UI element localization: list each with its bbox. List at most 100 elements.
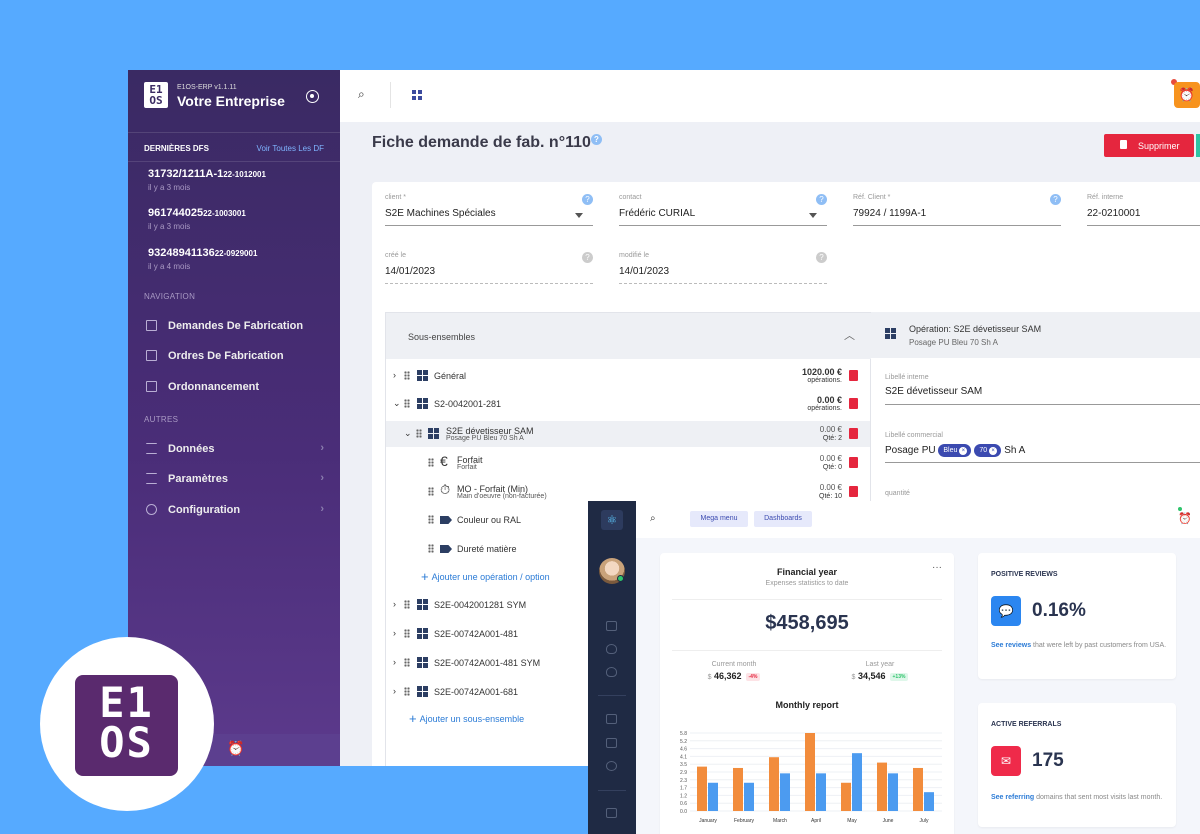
help-icon[interactable]: ? <box>1050 194 1061 205</box>
trash-icon[interactable] <box>849 457 858 468</box>
dashboard-icon[interactable] <box>606 621 617 631</box>
ref-interne-field[interactable]: Réf. interne 22-0210001 <box>1087 194 1200 234</box>
drag-handle-icon[interactable] <box>404 687 410 696</box>
x-tick-label: April <box>811 818 821 824</box>
dashboards-button[interactable]: Dashboards <box>754 511 812 527</box>
monthly-report-chart: 5.8 5.2 4.64.1 3.5 2.9 2.3 1.71.2 0.6 0.0 January… <box>680 731 942 824</box>
delete-button[interactable]: Supprimer <box>1104 134 1194 157</box>
tree-row-general[interactable]: › Général 1020.00 € opérations. <box>386 363 870 389</box>
app-logo[interactable]: E1 OS <box>144 82 168 108</box>
drag-handle-icon[interactable] <box>428 515 434 524</box>
financial-title: Financial year <box>776 567 838 577</box>
drag-handle-icon[interactable] <box>404 399 410 408</box>
drag-handle-icon[interactable] <box>416 429 422 438</box>
sidebar-item-configuration[interactable]: Configuration › <box>144 501 324 521</box>
y-tick-label: 0.6 <box>680 801 687 807</box>
chip-bleu[interactable]: Bleu × <box>938 444 972 457</box>
chevron-right-icon[interactable]: › <box>393 370 396 380</box>
chevron-right-icon[interactable]: › <box>393 628 396 638</box>
bar <box>769 757 779 811</box>
heart-icon[interactable] <box>606 761 617 771</box>
camera-icon[interactable] <box>606 714 617 724</box>
bar <box>708 782 718 811</box>
chip-70[interactable]: 70 × <box>974 444 1002 457</box>
see-reviews-link[interactable]: See reviews <box>991 642 1031 649</box>
alarm-icon[interactable]: ⏰ <box>1174 82 1200 108</box>
ref-client-field[interactable]: Réf. Client * 79924 / 1199A-1 ? <box>853 194 1061 234</box>
tree-row-s2[interactable]: ⌄ S2-0042001-281 0.00 € opérations. <box>386 391 870 417</box>
x-tick-label: March <box>773 818 787 824</box>
trash-icon[interactable] <box>849 370 858 381</box>
sidebar-item-ordres[interactable]: Ordres De Fabrication <box>144 347 324 367</box>
drag-handle-icon[interactable] <box>404 658 410 667</box>
more-options-icon[interactable]: ··· <box>932 562 942 573</box>
client-field[interactable]: client * S2E Machines Spéciales ? <box>385 194 593 234</box>
positive-reviews-title: POSITIVE REVIEWS <box>991 571 1058 578</box>
drag-handle-icon[interactable] <box>404 629 410 638</box>
target-icon[interactable] <box>306 90 319 103</box>
sidebar-item-ordonnancement[interactable]: Ordonnancement <box>144 378 324 398</box>
chevron-down-icon[interactable]: ⌄ <box>393 398 401 409</box>
sous-ensembles-header[interactable]: Sous-ensembles ︿ <box>386 313 872 359</box>
drag-handle-icon[interactable] <box>428 544 434 553</box>
shield-icon[interactable] <box>606 644 617 654</box>
chevron-up-icon[interactable]: ︿ <box>844 327 855 343</box>
chevron-right-icon[interactable]: › <box>393 686 396 696</box>
gear-icon <box>146 504 157 515</box>
see-all-dfs-link[interactable]: Voir Toutes Les DF <box>257 144 324 153</box>
alarm-icon[interactable]: ⏰ <box>227 740 244 757</box>
recent-dfs-header: DERNIÈRES DFS Voir Toutes Les DF <box>128 132 340 162</box>
trash-icon[interactable] <box>849 398 858 409</box>
trash-icon[interactable] <box>849 486 858 497</box>
cube-icon <box>417 628 429 639</box>
drag-handle-icon[interactable] <box>404 600 410 609</box>
help-icon[interactable]: ? <box>590 134 602 145</box>
chevron-right-icon[interactable]: › <box>393 599 396 609</box>
search-icon[interactable]: ⌕ <box>650 513 656 524</box>
shield-icon[interactable] <box>606 667 617 677</box>
recent-df-item[interactable]: 96174402522-1003001 <box>148 207 246 219</box>
search-icon[interactable]: ⌕ <box>358 87 365 102</box>
operation-title: Opération: S2E dévetisseur SAM <box>909 324 1042 334</box>
x-tick-label: May <box>847 818 857 824</box>
sidebar-item-demandes[interactable]: Demandes De Fabrication <box>144 317 324 337</box>
qr-code-icon[interactable] <box>412 90 422 100</box>
alarm-icon[interactable]: ⏰ <box>1178 512 1192 525</box>
y-tick-label: 3.5 <box>680 762 687 768</box>
x-tick-label: February <box>734 818 755 824</box>
trash-icon[interactable] <box>849 428 858 439</box>
x-tick-label: June <box>883 818 894 824</box>
bar <box>733 767 743 811</box>
sidebar-item-parametres[interactable]: Paramètres › <box>144 470 324 490</box>
see-referring-link[interactable]: See referring <box>991 794 1034 801</box>
chevron-right-icon[interactable]: › <box>393 657 396 667</box>
add-subassembly-link[interactable]: + Ajouter un sous-ensemble <box>409 711 524 726</box>
help-icon[interactable]: ? <box>816 194 827 205</box>
hierarchy-icon <box>885 328 897 339</box>
recent-df-time: il y a 3 mois <box>148 222 191 231</box>
chevron-down-icon[interactable]: ⌄ <box>404 428 412 439</box>
tree-row-forfait[interactable]: € Forfait Forfait 0.00 € Qté: 0 <box>386 450 870 476</box>
add-operation-link[interactable]: + Ajouter une opération / option <box>421 569 550 584</box>
cube-icon <box>417 398 429 409</box>
drag-handle-icon[interactable] <box>428 458 434 467</box>
drag-handle-icon[interactable] <box>428 487 434 496</box>
sidebar-item-donnees[interactable]: Données › <box>144 440 324 460</box>
recent-df-item[interactable]: 9324894113622-0929001 <box>148 247 257 259</box>
y-tick-label: 2.3 <box>680 778 687 784</box>
gallery-icon[interactable] <box>606 738 617 748</box>
monthly-report-title: Monthly report <box>775 700 839 710</box>
bar <box>816 773 826 811</box>
action-button[interactable] <box>1196 134 1200 157</box>
recent-df-item[interactable]: 31732/1211A-122-1012001 <box>148 168 266 180</box>
drag-handle-icon[interactable] <box>404 371 410 380</box>
e1os-logo: E1 OS <box>40 637 214 811</box>
help-icon[interactable]: ? <box>582 194 593 205</box>
tree-row-operation[interactable]: ⌄ S2E dévetisseur SAM Posage PU Bleu 70 … <box>386 421 870 447</box>
briefcase-icon[interactable] <box>606 808 617 818</box>
chat-icon: 💬 <box>991 596 1021 626</box>
mega-menu-button[interactable]: Mega menu <box>690 511 748 527</box>
trash-icon <box>1120 140 1127 149</box>
contact-field[interactable]: contact Frédéric CURIAL ? <box>619 194 827 234</box>
react-logo-icon[interactable]: ⚛ <box>601 510 623 530</box>
